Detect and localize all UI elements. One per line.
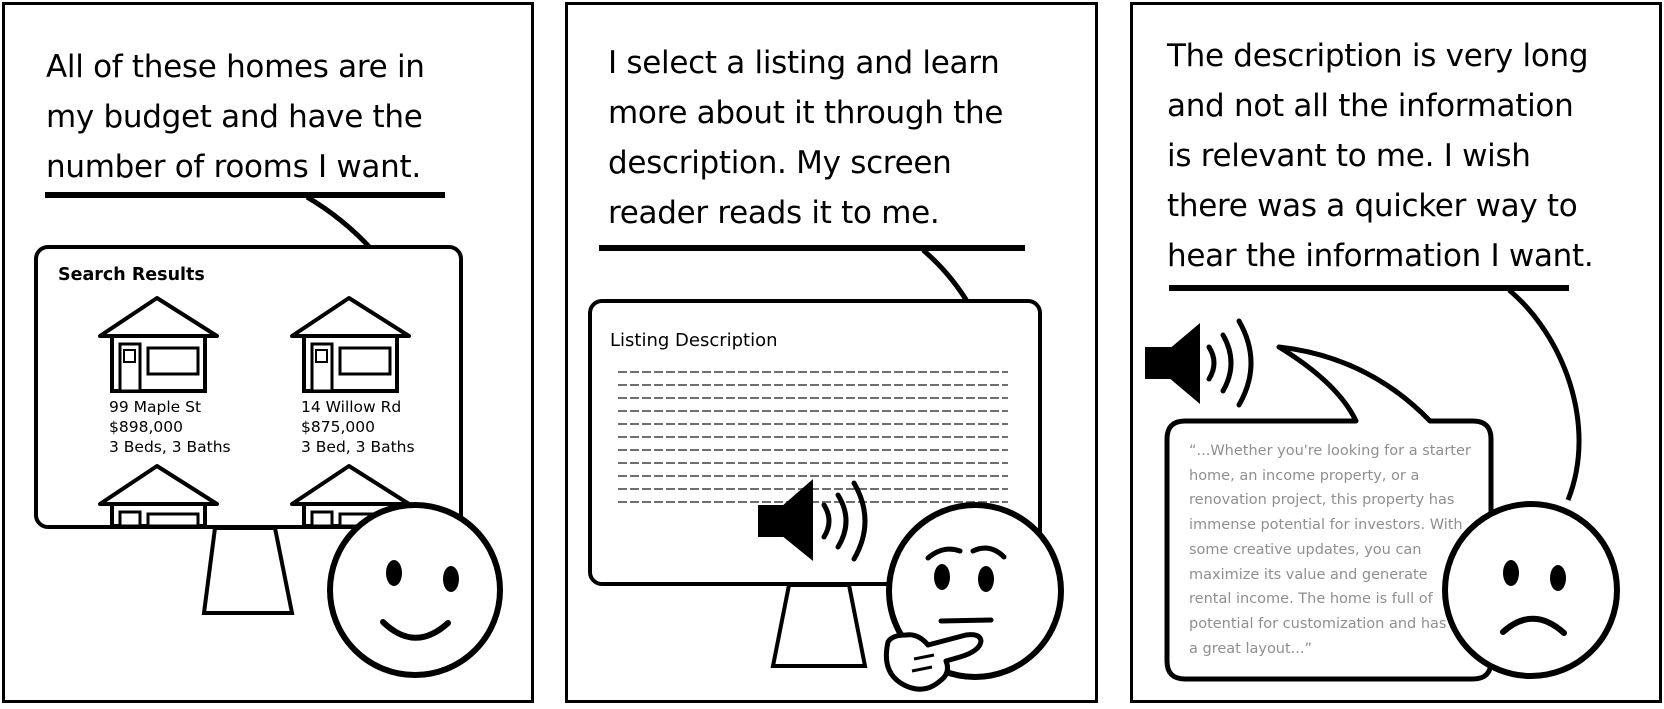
caption-line: and not all the information bbox=[1167, 88, 1574, 124]
screen-title: Search Results bbox=[58, 265, 205, 285]
caption: All of these homes are in my budget and … bbox=[46, 42, 425, 192]
quote-line: “...Whether you're looking for a starter bbox=[1189, 443, 1471, 459]
comic-panel-2: I select a listing and learn more about … bbox=[565, 2, 1098, 703]
speech-underline bbox=[45, 192, 445, 198]
quote-line: some creative updates, you can bbox=[1189, 541, 1422, 558]
listing-rooms: 3 Beds, 3 Baths bbox=[109, 438, 231, 456]
quote-line: potential for customization and has bbox=[1189, 615, 1447, 632]
caption-line: number of rooms I want. bbox=[46, 149, 421, 185]
caption-line: All of these homes are in bbox=[46, 49, 425, 85]
speech-underline bbox=[599, 245, 1025, 251]
caption-line: there was a quicker way to bbox=[1167, 188, 1578, 224]
listing-card[interactable]: 14 Willow Rd $875,000 3 Bed, 3 Baths bbox=[301, 397, 415, 457]
description-quote: “...Whether you're looking for a starter… bbox=[1189, 439, 1471, 661]
quote-line: a great layout...” bbox=[1189, 640, 1313, 657]
caption-line: more about it through the bbox=[608, 95, 1004, 131]
quote-line: renovation project, this property has bbox=[1189, 492, 1455, 509]
listing-address: 14 Willow Rd bbox=[301, 398, 402, 416]
caption: I select a listing and learn more about … bbox=[608, 38, 1003, 238]
listing-address: 99 Maple St bbox=[109, 398, 202, 416]
monitor-stand bbox=[201, 526, 295, 615]
caption-line: reader reads it to me. bbox=[608, 195, 940, 231]
comic-panel-3: The description is very long and not all… bbox=[1130, 2, 1662, 703]
thinking-face bbox=[883, 502, 1064, 692]
monitor-stand bbox=[770, 583, 868, 668]
comic-panel-1: All of these homes are in my budget and … bbox=[2, 2, 534, 703]
happy-face bbox=[327, 502, 503, 678]
caption-line: my budget and have the bbox=[46, 99, 423, 135]
screen-title: Listing Description bbox=[610, 330, 778, 351]
caption-line: I select a listing and learn bbox=[608, 45, 1000, 81]
listing-price: $898,000 bbox=[109, 418, 183, 436]
quote-line: maximize its value and generate bbox=[1189, 566, 1428, 583]
listing-rooms: 3 Bed, 3 Baths bbox=[301, 438, 415, 456]
quote-line: home, an income property, or a bbox=[1189, 467, 1420, 484]
listing-card[interactable]: 99 Maple St $898,000 3 Beds, 3 Baths bbox=[109, 397, 231, 457]
caption-line: hear the information I want. bbox=[1167, 238, 1594, 274]
caption-line: description. My screen bbox=[608, 145, 952, 181]
speech-tail bbox=[1507, 288, 1582, 501]
quote-line: rental income. The home is full of bbox=[1189, 591, 1433, 608]
caption-line: The description is very long bbox=[1167, 38, 1589, 74]
caption: The description is very long and not all… bbox=[1167, 31, 1594, 281]
quote-line: immense potential for investors. With bbox=[1189, 517, 1463, 534]
caption-line: is relevant to me. I wish bbox=[1167, 138, 1531, 174]
speaker-icon bbox=[1145, 318, 1254, 408]
listing-price: $875,000 bbox=[301, 418, 375, 436]
